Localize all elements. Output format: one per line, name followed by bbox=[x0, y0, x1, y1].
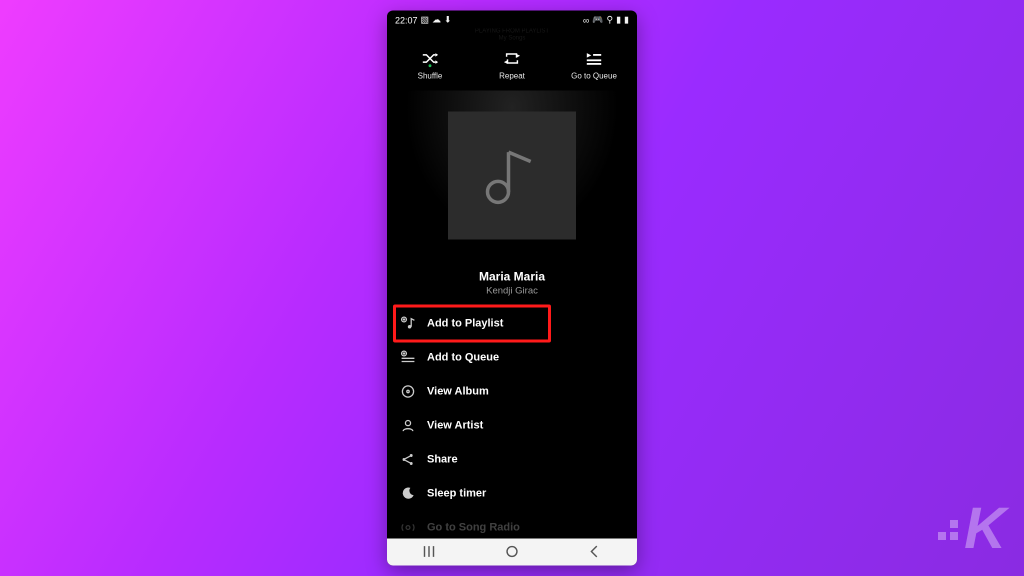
repeat-button[interactable]: Repeat bbox=[484, 50, 540, 81]
song-title: Maria Maria bbox=[387, 269, 637, 283]
menu-label: Sleep timer bbox=[427, 487, 486, 499]
top-actions: Shuffle Repeat Go to Queue bbox=[387, 42, 637, 91]
link-icon: ∞ bbox=[583, 15, 589, 25]
cloud-icon: ☁ bbox=[432, 15, 441, 26]
status-bar: 22:07 ▧ ☁ ⬇ ∞ 🎮 ⚲ ▮ ▮ bbox=[387, 11, 637, 29]
nav-recent-button[interactable] bbox=[415, 543, 443, 561]
menu-label: View Album bbox=[427, 385, 489, 397]
menu-item-sleep-timer[interactable]: Sleep timer bbox=[387, 476, 637, 510]
album-area bbox=[387, 91, 637, 262]
context-menu: Add to Playlist Add to Queue View Album … bbox=[387, 306, 637, 538]
menu-item-song-radio[interactable]: Go to Song Radio bbox=[387, 510, 637, 538]
shuffle-button[interactable]: Shuffle bbox=[402, 50, 458, 81]
status-time: 22:07 bbox=[395, 15, 418, 25]
view-album-icon bbox=[399, 382, 417, 400]
repeat-icon bbox=[503, 50, 521, 68]
shuffle-icon bbox=[421, 50, 439, 68]
download-icon: ⬇ bbox=[444, 15, 452, 26]
menu-label: Add to Playlist bbox=[427, 317, 503, 329]
wifi-icon: ⚲ bbox=[607, 15, 614, 26]
brand-letter: K bbox=[964, 495, 1002, 562]
add-to-playlist-icon bbox=[399, 314, 417, 332]
nav-home-button[interactable] bbox=[498, 543, 526, 561]
menu-label: Share bbox=[427, 453, 458, 465]
menu-item-share[interactable]: Share bbox=[387, 442, 637, 476]
menu-item-view-album[interactable]: View Album bbox=[387, 374, 637, 408]
song-meta: Maria Maria Kendji Girac bbox=[387, 261, 637, 306]
view-artist-icon bbox=[399, 416, 417, 434]
menu-label: View Artist bbox=[427, 419, 483, 431]
share-icon bbox=[399, 450, 417, 468]
shuffle-label: Shuffle bbox=[418, 72, 443, 81]
android-nav-bar bbox=[387, 538, 637, 565]
menu-item-add-to-queue[interactable]: Add to Queue bbox=[387, 340, 637, 374]
image-icon: ▧ bbox=[421, 15, 430, 26]
signal-icon: ▮ bbox=[616, 15, 621, 26]
menu-label: Add to Queue bbox=[427, 351, 499, 363]
menu-item-view-artist[interactable]: View Artist bbox=[387, 408, 637, 442]
add-to-queue-icon bbox=[399, 348, 417, 366]
go-to-queue-button[interactable]: Go to Queue bbox=[566, 50, 622, 81]
context-line: PLAYING FROM PLAYLIST bbox=[475, 28, 549, 34]
playlist-name: My Songs bbox=[499, 35, 526, 41]
radio-icon bbox=[399, 518, 417, 536]
header-dim: PLAYING FROM PLAYLIST My Songs bbox=[387, 28, 637, 42]
phone-frame: 22:07 ▧ ☁ ⬇ ∞ 🎮 ⚲ ▮ ▮ PLAYING FROM PLAYL… bbox=[387, 11, 637, 566]
brand-logo: K bbox=[938, 495, 1002, 562]
menu-item-add-to-playlist[interactable]: Add to Playlist bbox=[387, 306, 637, 340]
song-artist: Kendji Girac bbox=[387, 285, 637, 296]
sleep-timer-icon bbox=[399, 484, 417, 502]
battery-icon: ▮ bbox=[624, 15, 629, 26]
album-art bbox=[448, 112, 576, 240]
music-note-icon bbox=[477, 141, 547, 211]
controller-icon: 🎮 bbox=[592, 15, 603, 26]
nav-back-button[interactable] bbox=[581, 543, 609, 561]
repeat-label: Repeat bbox=[499, 72, 525, 81]
queue-icon bbox=[585, 50, 603, 68]
menu-label: Go to Song Radio bbox=[427, 521, 520, 533]
go-to-queue-label: Go to Queue bbox=[571, 72, 617, 81]
